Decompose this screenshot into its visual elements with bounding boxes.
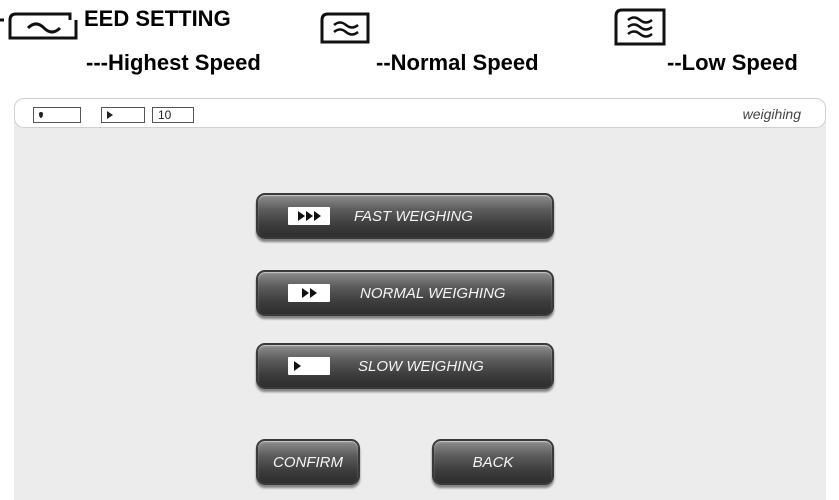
status-bar: 10 weigihing xyxy=(14,98,826,128)
double-play-icon xyxy=(288,284,330,302)
fast-weighing-button[interactable]: FAST WEIGHING xyxy=(256,193,554,239)
normal-weighing-label: NORMAL WEIGHING xyxy=(360,284,506,302)
triple-play-icon xyxy=(288,207,330,225)
wave-1-icon xyxy=(0,8,80,46)
slow-weighing-label: SLOW WEIGHING xyxy=(358,357,484,375)
confirm-label: CONFIRM xyxy=(273,453,343,471)
play-status-box xyxy=(101,107,145,123)
back-button[interactable]: BACK xyxy=(432,439,554,485)
page-title: EED SETTING xyxy=(84,6,231,31)
slow-weighing-button[interactable]: SLOW WEIGHING xyxy=(256,343,554,389)
wave-3-icon xyxy=(610,4,670,48)
drop-icon xyxy=(39,112,43,118)
wave-2-icon xyxy=(318,10,374,46)
drop-status-box xyxy=(33,107,81,123)
highest-speed-label: ---Highest Speed xyxy=(86,50,261,75)
fast-weighing-label: FAST WEIGHING xyxy=(354,207,473,225)
play-icon xyxy=(107,111,113,119)
normal-weighing-button[interactable]: NORMAL WEIGHING xyxy=(256,270,554,316)
low-speed-label: --Low Speed xyxy=(667,50,798,75)
count-status-box: 10 xyxy=(152,107,194,123)
screen-panel: 10 weigihing FAST WEIGHING NORMAL WEIGHI… xyxy=(14,98,826,500)
mode-label: weigihing xyxy=(742,106,801,122)
count-value: 10 xyxy=(158,108,172,122)
back-label: BACK xyxy=(472,453,514,471)
normal-speed-label: --Normal Speed xyxy=(376,50,539,75)
single-play-icon xyxy=(288,357,330,375)
confirm-button[interactable]: CONFIRM xyxy=(256,439,360,485)
